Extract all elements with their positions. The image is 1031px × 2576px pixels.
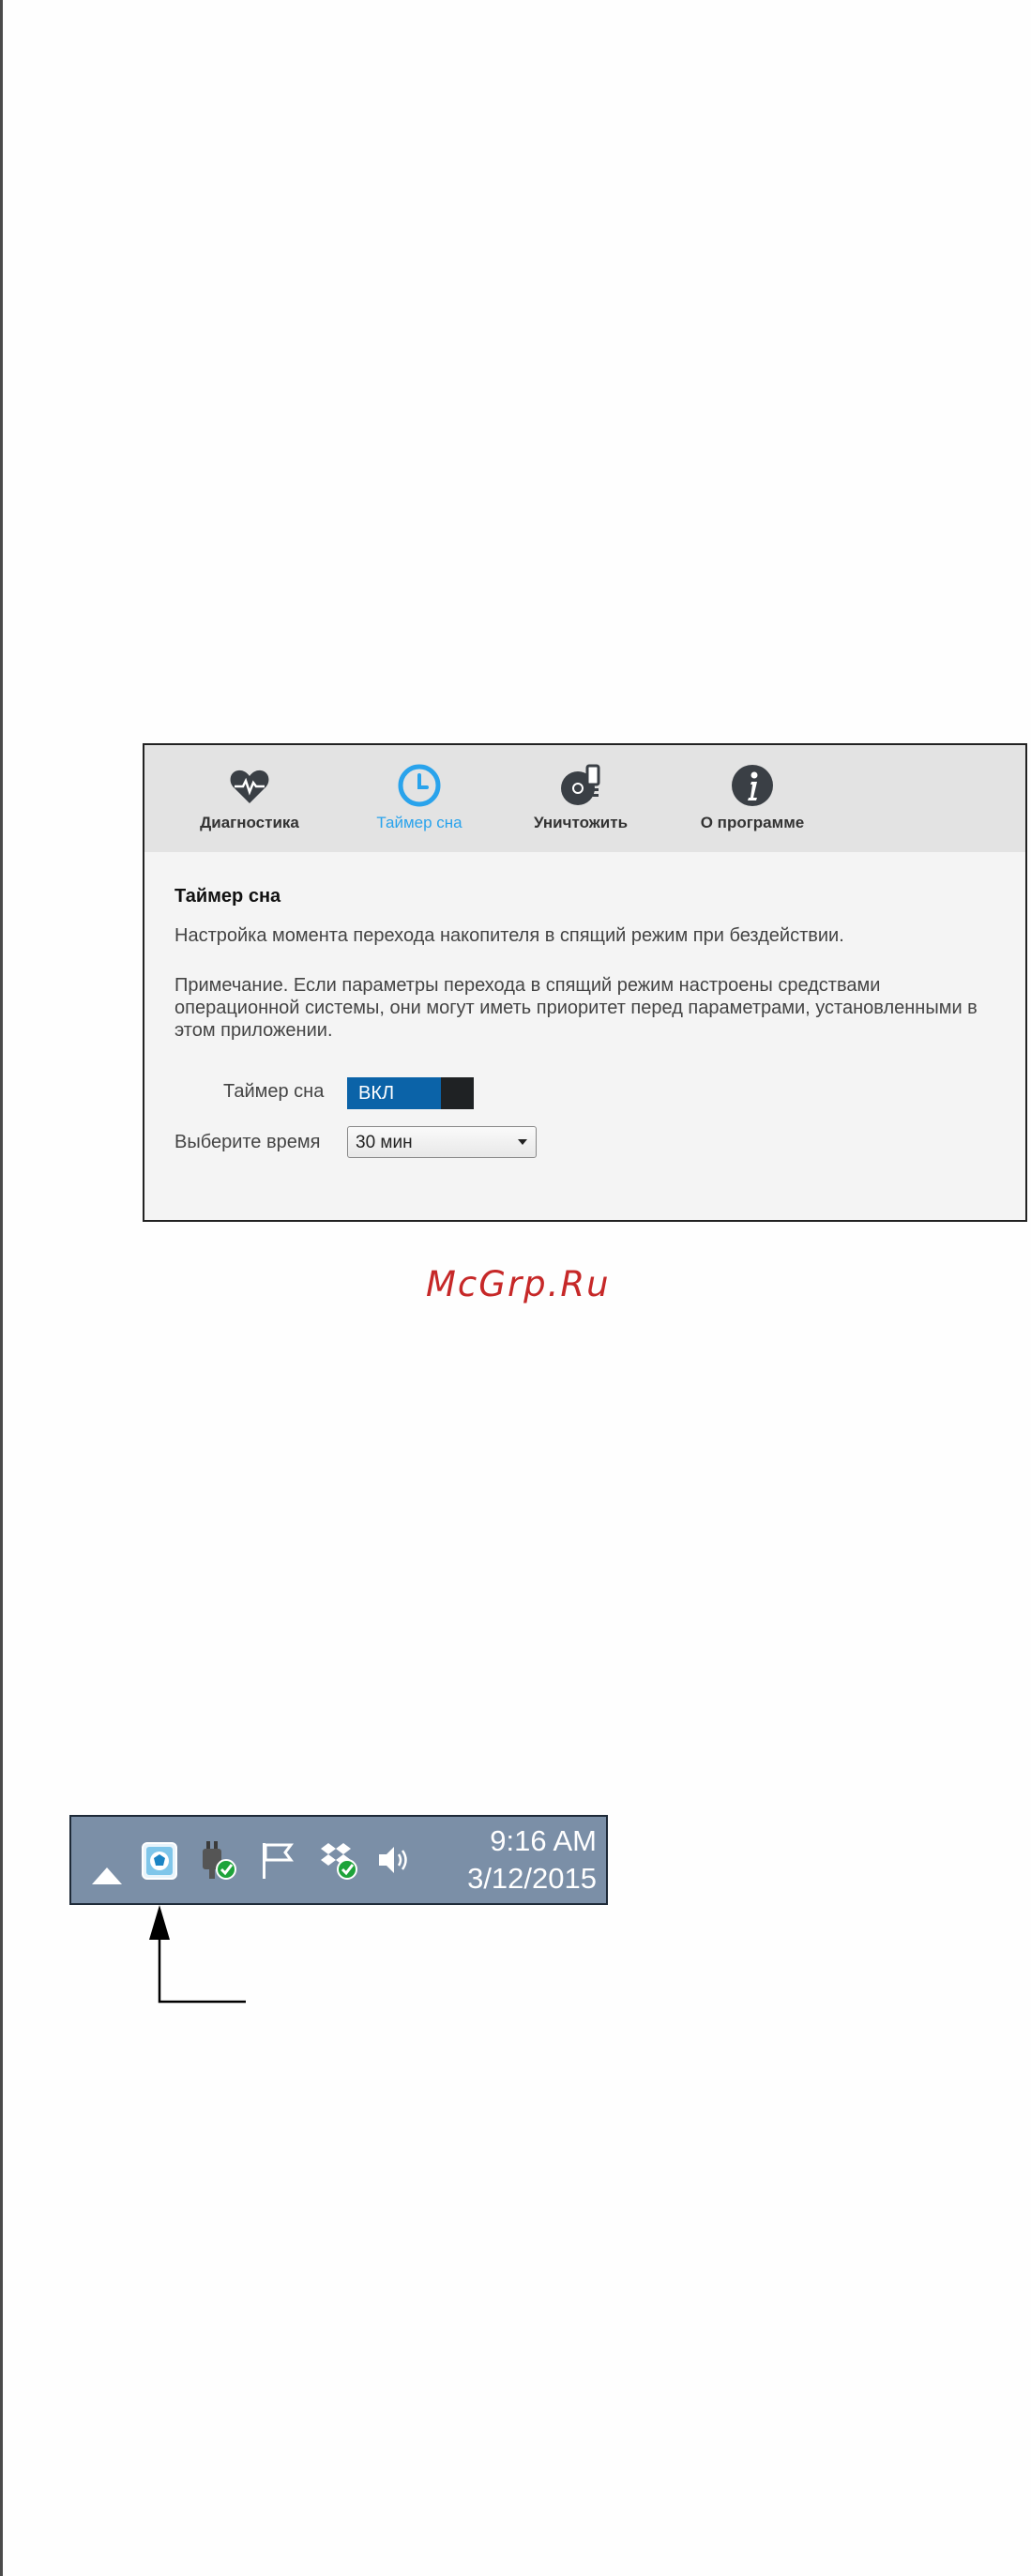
volume-icon[interactable] <box>371 1836 417 1884</box>
action-center-flag-icon[interactable] <box>255 1836 300 1884</box>
sleep-timer-label: Таймер сна <box>223 1081 325 1102</box>
wd-drive-utilities-icon[interactable] <box>137 1836 182 1884</box>
clock-icon <box>396 762 443 809</box>
clock-time: 9:16 AM <box>490 1824 597 1857</box>
toggle-state: ВКЛ <box>347 1077 441 1109</box>
section-description: Настройка момента перехода накопителя в … <box>174 925 844 946</box>
info-icon <box>729 762 776 809</box>
app-window: Диагностика Таймер сна Уничтожить О прог… <box>143 743 1027 1222</box>
tab-label: О программе <box>700 814 805 831</box>
taskbar-clock[interactable]: 9:16 AM 3/12/2015 <box>456 1822 597 1898</box>
heart-pulse-icon <box>226 762 273 809</box>
show-hidden-icons-arrow[interactable] <box>84 1851 122 1884</box>
dropdown-arrow-icon <box>518 1139 527 1145</box>
power-icon[interactable] <box>195 1836 240 1884</box>
callout-arrow <box>149 1905 246 2004</box>
select-time-label: Выберите время <box>174 1132 321 1152</box>
select-value: 30 мин <box>356 1133 413 1152</box>
taskbar-notification-area: 9:16 AM 3/12/2015 <box>69 1815 608 1905</box>
watermark: McGrp.Ru <box>426 1264 611 1304</box>
clock-date: 3/12/2015 <box>467 1862 597 1895</box>
dropbox-icon[interactable] <box>315 1836 360 1884</box>
section-note: Примечание. Если параметры перехода в сп… <box>174 975 978 1041</box>
tab-about[interactable]: О программе <box>687 762 818 845</box>
tab-diagnostics[interactable]: Диагностика <box>184 762 315 845</box>
disk-erase-icon <box>557 762 604 809</box>
tab-erase[interactable]: Уничтожить <box>515 762 646 845</box>
tab-label: Уничтожить <box>533 814 629 831</box>
section-title: Таймер сна <box>174 886 281 907</box>
page-left-rule <box>0 0 3 2576</box>
toolbar: Диагностика Таймер сна Уничтожить О прог… <box>144 745 1025 852</box>
time-select[interactable]: 30 мин <box>347 1126 537 1158</box>
tab-label: Таймер сна <box>376 814 462 831</box>
sleep-timer-toggle[interactable]: ВКЛ <box>347 1077 474 1109</box>
tab-sleep-timer[interactable]: Таймер сна <box>354 762 485 845</box>
tab-label: Диагностика <box>200 814 299 831</box>
sleep-timer-panel: Таймер сна Настройка момента перехода на… <box>144 852 1025 1220</box>
